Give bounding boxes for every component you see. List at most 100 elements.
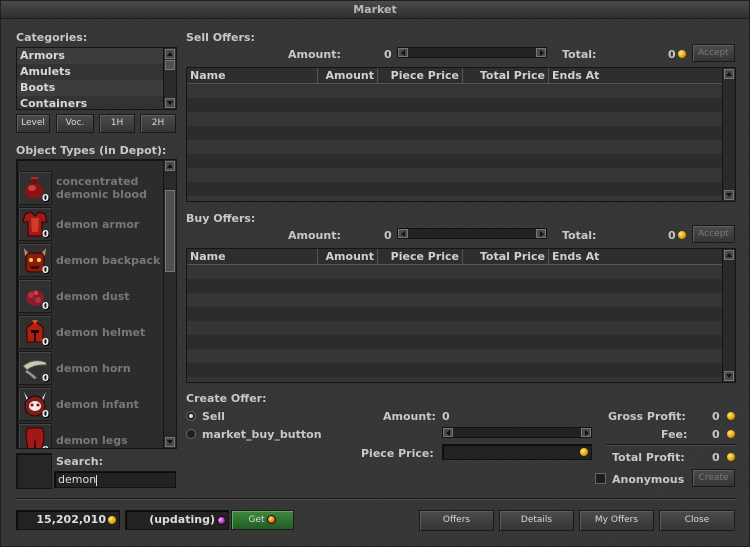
sell-total-label: Total: — [562, 48, 597, 61]
object-item-name: demon infant — [56, 397, 139, 411]
object-item-name: concentrated demonic blood — [56, 175, 147, 201]
two-hand-filter-button[interactable]: 2H — [140, 114, 176, 133]
buy-total-value: 0 — [668, 229, 676, 242]
slider-right-icon[interactable] — [581, 428, 591, 437]
scroll-down-icon[interactable] — [724, 190, 734, 200]
object-item[interactable]: 0 demon armor — [17, 206, 164, 242]
object-item[interactable]: 0 demon dust — [17, 278, 164, 314]
search-input[interactable]: demon — [54, 471, 176, 488]
table-header: Name Amount Piece Price Total Price Ends… — [187, 68, 723, 84]
sell-amount-value: 0 — [384, 48, 392, 61]
profit-divider — [606, 444, 736, 446]
object-item-name: demon dust — [56, 289, 130, 303]
coin-balance-display: (updating) — [125, 510, 229, 530]
get-coins-button[interactable]: Get — [231, 510, 294, 530]
window-title: Market — [353, 3, 397, 16]
sell-radio-label[interactable]: Sell — [202, 410, 225, 423]
column-header-total-price[interactable]: Total Price — [463, 68, 549, 83]
slider-right-icon[interactable] — [536, 229, 546, 238]
slider-left-icon[interactable] — [398, 229, 408, 238]
column-header-amount[interactable]: Amount — [318, 68, 378, 83]
sell-amount-label: Amount: — [288, 48, 341, 61]
category-item-containers[interactable]: Containers — [17, 96, 164, 109]
scroll-down-icon[interactable] — [165, 437, 175, 447]
slider-right-icon[interactable] — [536, 48, 546, 57]
slider-left-icon[interactable] — [398, 48, 408, 57]
object-item[interactable]: 0 demon backpack — [17, 242, 164, 278]
gross-profit-label: Gross Profit: — [608, 410, 686, 423]
gold-coin-icon — [727, 412, 735, 420]
close-button[interactable]: Close — [659, 510, 735, 531]
scroll-thumb[interactable] — [165, 60, 175, 70]
scroll-thumb[interactable] — [165, 190, 175, 272]
category-item-amulets[interactable]: Amulets — [17, 64, 164, 80]
vocation-filter-button[interactable]: Voc. — [56, 114, 94, 133]
scroll-down-icon[interactable] — [165, 98, 175, 108]
categories-scrollbar[interactable] — [163, 48, 176, 109]
category-item-boots[interactable]: Boots — [17, 80, 164, 96]
scroll-up-icon[interactable] — [165, 49, 175, 59]
category-item-armors[interactable]: Armors — [17, 48, 164, 64]
column-header-name[interactable]: Name — [187, 68, 318, 83]
categories-list: Armors Amulets Boots Containers — [16, 47, 177, 110]
piece-price-input[interactable] — [442, 444, 592, 460]
column-header-piece-price[interactable]: Piece Price — [378, 249, 463, 264]
categories-label: Categories: — [16, 31, 88, 44]
create-amount-slider[interactable] — [442, 427, 592, 438]
buy-accept-button[interactable]: Accept — [692, 225, 735, 243]
scroll-up-icon[interactable] — [724, 69, 734, 79]
create-offer-label: Create Offer: — [186, 392, 267, 405]
object-item-name: demon horn — [56, 361, 131, 375]
create-button[interactable]: Create — [692, 469, 735, 487]
buy-amount-value: 0 — [384, 229, 392, 242]
object-item[interactable]: 0 demon helmet — [17, 314, 164, 350]
piece-price-label: Piece Price: — [361, 447, 434, 460]
buy-radio[interactable] — [186, 429, 196, 439]
column-header-piece-price[interactable]: Piece Price — [378, 68, 463, 83]
slider-left-icon[interactable] — [443, 428, 453, 437]
object-item[interactable]: 0 demon infant — [17, 386, 164, 422]
object-item[interactable]: 0 demon horn — [17, 350, 164, 386]
buy-amount-slider[interactable] — [397, 228, 547, 239]
column-header-amount[interactable]: Amount — [318, 249, 378, 264]
market-window: Market Categories: Armors Amulets Boots … — [0, 0, 750, 547]
title-bar[interactable]: Market — [1, 1, 749, 19]
scroll-down-icon[interactable] — [724, 371, 734, 381]
preview-slot — [16, 453, 52, 489]
sell-radio[interactable] — [186, 411, 196, 421]
sell-accept-button[interactable]: Accept — [692, 44, 735, 62]
gold-coin-icon — [580, 448, 588, 456]
sell-offers-table: Name Amount Piece Price Total Price Ends… — [186, 67, 736, 202]
scroll-up-icon[interactable] — [165, 161, 175, 171]
gold-coin-icon — [108, 516, 116, 524]
buy-radio-label[interactable]: market_buy_button — [202, 428, 322, 441]
column-header-ends-at[interactable]: Ends At — [549, 249, 723, 264]
anonymous-checkbox[interactable] — [595, 473, 606, 484]
scroll-up-icon[interactable] — [724, 250, 734, 260]
buy-offers-scrollbar[interactable] — [722, 249, 735, 382]
object-item[interactable]: 0 concentrated demonic blood — [17, 170, 164, 206]
level-filter-button[interactable]: Level — [16, 114, 50, 133]
buy-total-label: Total: — [562, 229, 597, 242]
total-profit-label: Total Profit: — [612, 451, 685, 464]
my-offers-button[interactable]: My Offers — [579, 510, 654, 531]
object-item[interactable]: 0 demon legs — [17, 422, 164, 448]
create-amount-value: 0 — [442, 410, 450, 423]
column-header-total-price[interactable]: Total Price — [463, 249, 549, 264]
sell-offers-rows — [187, 84, 723, 201]
object-item-name: demon armor — [56, 217, 140, 231]
column-header-ends-at[interactable]: Ends At — [549, 68, 723, 83]
sell-amount-slider[interactable] — [397, 47, 547, 58]
buy-offers-table: Name Amount Piece Price Total Price Ends… — [186, 248, 736, 383]
offers-button[interactable]: Offers — [419, 510, 494, 531]
sell-offers-scrollbar[interactable] — [722, 68, 735, 201]
gold-coin-icon — [727, 453, 735, 461]
gold-coin-icon — [678, 231, 686, 239]
object-types-scrollbar[interactable] — [163, 160, 176, 448]
anonymous-label[interactable]: Anonymous — [612, 473, 684, 486]
column-header-name[interactable]: Name — [187, 249, 318, 264]
one-hand-filter-button[interactable]: 1H — [99, 114, 135, 133]
total-profit-value: 0 — [712, 451, 720, 464]
details-button[interactable]: Details — [499, 510, 574, 531]
gold-coin-icon — [678, 50, 686, 58]
